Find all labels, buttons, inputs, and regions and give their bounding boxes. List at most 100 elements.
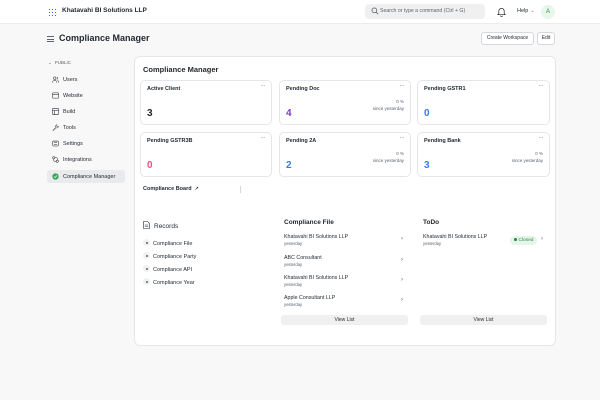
create-workspace-button[interactable]: Create Workspace xyxy=(481,32,534,45)
edit-button[interactable]: Edit xyxy=(537,32,555,45)
number-card-pending-2a[interactable]: Pending 2A ··· 0 % since yesterday 2 xyxy=(279,132,411,177)
todo-view-list-button[interactable]: View List xyxy=(420,315,547,325)
number-card-since: since yesterday xyxy=(372,158,404,163)
more-options-icon[interactable]: ··· xyxy=(261,135,266,141)
chevron-down-icon: ⌄ xyxy=(48,60,52,65)
records-link-compliance-year[interactable]: Compliance Year xyxy=(143,278,195,286)
records-link-compliance-file[interactable]: Compliance File xyxy=(143,239,192,247)
number-card-pending-gstr3b[interactable]: Pending GSTR3B ··· 0 xyxy=(140,132,272,177)
help-label: Help xyxy=(517,8,529,14)
number-card-label: Pending GSTR1 xyxy=(424,86,466,92)
sidebar-toggle-icon[interactable] xyxy=(47,36,54,42)
sidebar-item-website[interactable]: Website xyxy=(47,89,125,102)
records-heading: Records xyxy=(143,221,178,230)
sidebar-item-tools[interactable]: Tools xyxy=(47,121,125,134)
sidebar-item-label: Settings xyxy=(63,140,83,147)
more-options-icon[interactable]: ··· xyxy=(539,135,544,141)
number-card-pending-bank[interactable]: Pending Bank ··· 0 % since yesterday 3 xyxy=(417,132,550,177)
sidebar-item-integrations[interactable]: Integrations xyxy=(47,153,125,166)
number-card-value: 2 xyxy=(286,160,292,171)
compliance-file-heading: Compliance File xyxy=(284,219,334,226)
records-link-compliance-api[interactable]: Compliance API xyxy=(143,265,192,273)
page-title: Compliance Manager xyxy=(59,33,150,43)
list-item-subtitle: yesterday xyxy=(423,241,442,246)
search-placeholder: Search or type a command (Ctrl + G) xyxy=(380,8,466,14)
sidebar-heading-label: PUBLIC xyxy=(54,60,72,65)
list-item-title: Khatavahi BI Solutions LLP xyxy=(284,234,349,240)
list-item-subtitle: yesterday xyxy=(284,302,303,307)
number-card-label: Pending Doc xyxy=(286,86,320,92)
app-logo-icon[interactable] xyxy=(48,8,57,17)
compliance-check-icon xyxy=(52,173,59,180)
navbar: Khatavahi BI Solutions LLP Search or typ… xyxy=(0,0,600,24)
list-item-subtitle: yesterday xyxy=(284,262,303,267)
chevron-right-icon: › xyxy=(401,257,403,263)
more-options-icon[interactable]: ··· xyxy=(261,83,266,89)
number-card-pending-doc[interactable]: Pending Doc ··· 0 % since yesterday 4 xyxy=(279,80,411,125)
sidebar-heading[interactable]: ⌄ PUBLIC xyxy=(48,60,71,66)
integrations-icon xyxy=(52,156,59,163)
records-link-label: Compliance API xyxy=(153,267,193,273)
number-card-label: Pending Bank xyxy=(424,138,461,144)
number-card-label: Pending 2A xyxy=(286,138,317,144)
more-options-icon[interactable]: ··· xyxy=(400,135,405,141)
sidebar-item-label: Integrations xyxy=(63,156,92,163)
compliance-board-label: Compliance Board xyxy=(143,186,192,192)
number-card-value: 4 xyxy=(286,108,292,119)
website-icon xyxy=(52,92,59,99)
status-badge: Closed xyxy=(510,236,538,245)
number-card-active-client[interactable]: Active Client ··· 3 xyxy=(140,80,272,125)
settings-icon xyxy=(52,140,59,147)
number-card-since: since yesterday xyxy=(372,106,404,111)
help-dropdown[interactable]: Help ⌄ xyxy=(517,8,535,14)
number-card-pending-gstr1[interactable]: Pending GSTR1 ··· 0 xyxy=(417,80,550,125)
sidebar-item-users[interactable]: Users xyxy=(47,73,125,86)
bullet-icon xyxy=(143,265,150,272)
workspace-title: Compliance Manager xyxy=(143,65,219,74)
records-link-label: Compliance Year xyxy=(153,280,195,286)
list-item-title: ABC Consultant xyxy=(284,255,322,261)
records-link-label: Compliance File xyxy=(153,241,193,247)
build-icon xyxy=(52,108,59,115)
number-card-value: 3 xyxy=(147,108,153,119)
sidebar-item-label: Website xyxy=(63,92,83,99)
records-title: Records xyxy=(154,223,179,230)
list-item-subtitle: yesterday xyxy=(284,241,303,246)
status-label: Closed xyxy=(518,238,534,243)
list-item-title: Apple Consultant LLP xyxy=(284,295,336,301)
avatar[interactable]: A xyxy=(541,5,555,19)
number-card-percent: 0 % xyxy=(396,151,404,156)
sidebar-item-settings[interactable]: Settings xyxy=(47,137,125,150)
bullet-icon xyxy=(143,278,150,285)
number-card-value: 3 xyxy=(424,160,430,171)
more-options-icon[interactable]: ··· xyxy=(400,83,405,89)
sidebar-item-label: Build xyxy=(63,108,76,115)
todo-heading: ToDo xyxy=(423,219,440,226)
chevron-right-icon: › xyxy=(401,297,403,303)
more-options-icon[interactable]: ··· xyxy=(539,83,544,89)
brand-name[interactable]: Khatavahi BI Solutions LLP xyxy=(62,7,147,14)
chevron-down-icon: ⌄ xyxy=(530,8,535,14)
chevron-right-icon: › xyxy=(541,236,543,242)
sidebar-item-compliance-manager[interactable]: Compliance Manager xyxy=(47,170,125,183)
tools-icon xyxy=(52,124,59,131)
notification-bell-icon[interactable] xyxy=(497,7,506,17)
sidebar-item-label: Tools xyxy=(63,124,76,131)
records-link-compliance-party[interactable]: Compliance Party xyxy=(143,252,196,260)
records-link-label: Compliance Party xyxy=(153,254,197,260)
users-icon xyxy=(52,76,59,83)
sidebar-item-build[interactable]: Build xyxy=(47,105,125,118)
number-card-label: Active Client xyxy=(147,86,181,92)
compliance-file-view-list-button[interactable]: View List xyxy=(281,315,408,325)
number-card-percent: 0 % xyxy=(396,99,404,104)
list-item-title: Khatavahi BI Solutions LLP xyxy=(284,275,349,281)
file-icon xyxy=(143,221,150,229)
sidebar-item-label: Compliance Manager xyxy=(63,173,116,180)
status-dot-icon xyxy=(514,238,517,241)
search-input[interactable]: Search or type a command (Ctrl + G) xyxy=(365,4,485,19)
sidebar-item-label: Users xyxy=(63,76,78,83)
number-card-since: since yesterday xyxy=(511,158,543,163)
arrow-up-right-icon: ↗ xyxy=(194,186,199,192)
search-icon xyxy=(371,7,379,15)
compliance-board-link[interactable]: Compliance Board ↗ xyxy=(143,186,199,192)
